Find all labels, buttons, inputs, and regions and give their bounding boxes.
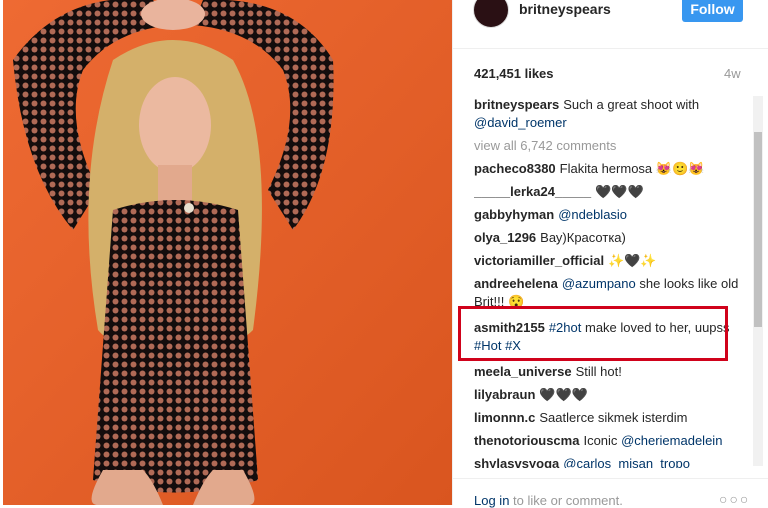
comment-user[interactable]: andreehelena: [474, 276, 558, 291]
list-item: lilyabraun 🖤🖤🖤: [474, 386, 752, 404]
username-link[interactable]: britneyspears: [519, 1, 611, 17]
post-header: britneyspears Follow: [453, 0, 768, 49]
comment-user[interactable]: meela_universe: [474, 364, 572, 379]
comments-list[interactable]: britneyspears Such a great shoot with @da…: [474, 96, 752, 468]
comment-text: Iconic: [583, 433, 618, 448]
comment-text: Still hot!: [575, 364, 622, 379]
comment-user[interactable]: thenotoriouscma: [474, 433, 579, 448]
post-photo[interactable]: [3, 0, 452, 505]
comment-user[interactable]: pacheco8380: [474, 161, 556, 176]
comment-tag[interactable]: #Hot #X: [474, 338, 521, 353]
comment-tag[interactable]: @carlos_misan_tropo: [563, 456, 690, 468]
post-image: [3, 0, 452, 505]
comment-user[interactable]: lilyabraun: [474, 387, 535, 402]
login-prompt: Log in to like or comment.: [474, 493, 623, 508]
list-item: thenotoriouscma Iconic @cheriemadelein: [474, 432, 752, 450]
scrollbar-thumb[interactable]: [754, 132, 762, 327]
list-item: gabbyhyman @ndeblasio: [474, 206, 752, 224]
list-item: meela_universe Still hot!: [474, 363, 752, 381]
login-prompt-text: to like or comment.: [513, 493, 623, 508]
list-item: shylasvsyoga @carlos_misan_tropo: [474, 455, 752, 468]
list-item: andreehelena @azumpano she looks like old…: [474, 275, 752, 311]
comment-text: Вау)Красотка): [540, 230, 626, 245]
comment-user[interactable]: olya_1296: [474, 230, 536, 245]
comment-tag[interactable]: @david_roemer: [474, 115, 567, 130]
comment-user[interactable]: gabbyhyman: [474, 207, 554, 222]
likes-count[interactable]: 421,451 likes: [474, 66, 554, 81]
comment-user[interactable]: asmith2155: [474, 320, 545, 335]
caption: britneyspears Such a great shoot with @da…: [474, 96, 752, 132]
avatar[interactable]: [473, 0, 509, 28]
comment-text: make loved to her, uupss: [585, 320, 730, 335]
comment-user[interactable]: victoriamiller_official: [474, 253, 604, 268]
comment-text: 🖤🖤🖤: [539, 387, 588, 402]
list-item: limonnn.c Saatlerce sikmek isterdim: [474, 409, 752, 427]
comment-user[interactable]: shylasvsyoga: [474, 456, 559, 468]
comment-tag[interactable]: @cheriemadelein: [621, 433, 722, 448]
comment-user[interactable]: _____lerka24_____: [474, 184, 591, 199]
post-age[interactable]: 4w: [724, 66, 741, 81]
list-item: pacheco8380 Flakita hermosa 😻🙂😻: [474, 160, 752, 178]
view-all-comments-link[interactable]: view all 6,742 comments: [474, 137, 752, 155]
comment-tag[interactable]: #2hot: [549, 320, 582, 335]
post-footer: Log in to like or comment. ○○○: [453, 478, 768, 508]
comment-text: ✨🖤✨: [608, 253, 657, 268]
comment-tag[interactable]: @ndeblasio: [558, 207, 627, 222]
comments-scrollbar[interactable]: [753, 96, 763, 466]
list-item: olya_1296 Вау)Красотка): [474, 229, 752, 247]
follow-button[interactable]: Follow: [682, 0, 743, 22]
comment-tag[interactable]: @azumpano: [562, 276, 636, 291]
comment-user[interactable]: britneyspears: [474, 97, 559, 112]
list-item: _____lerka24_____ 🖤🖤🖤: [474, 183, 752, 201]
comment-user[interactable]: limonnn.c: [474, 410, 535, 425]
post-side-panel: britneyspears Follow 421,451 likes 4w br…: [452, 0, 768, 508]
comment-text: Saatlerce sikmek isterdim: [539, 410, 688, 425]
login-link[interactable]: Log in: [474, 493, 509, 508]
comment-text: 🖤🖤🖤: [595, 184, 644, 199]
comment-text: Flakita hermosa 😻🙂😻: [559, 161, 705, 176]
list-item: victoriamiller_official ✨🖤✨: [474, 252, 752, 270]
list-item-highlighted: asmith2155 #2hot make loved to her, uupss…: [474, 319, 752, 355]
comment-text: Such a great shoot with: [563, 97, 700, 112]
